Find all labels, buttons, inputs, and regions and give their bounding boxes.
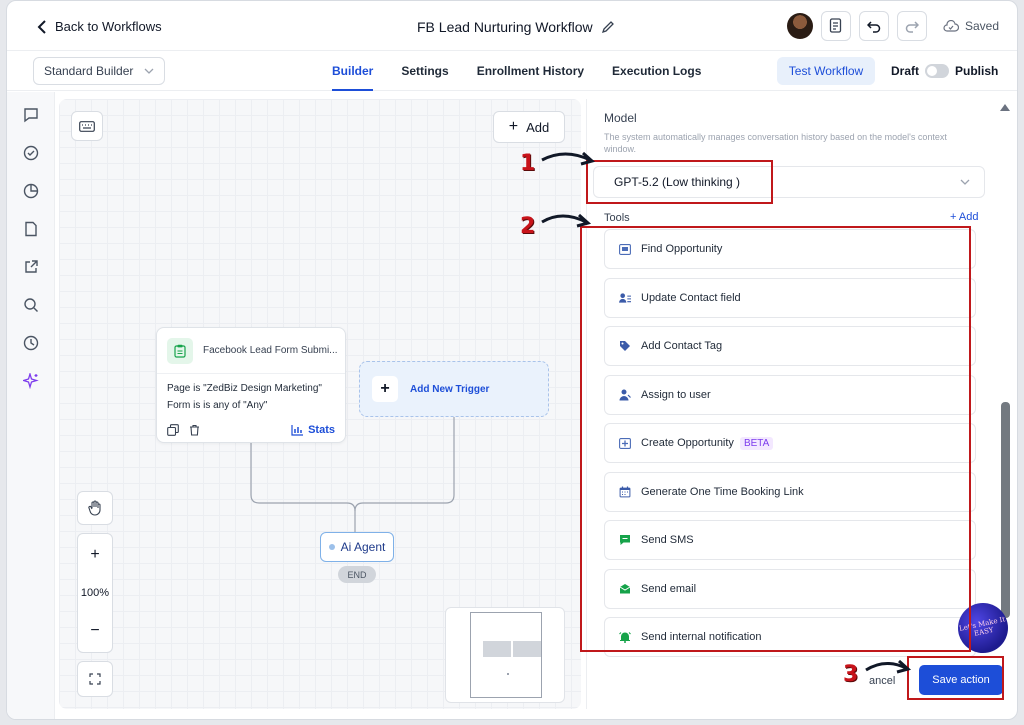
- annotation-arrows: [541, 151, 912, 674]
- arrow-3-icon: [865, 662, 907, 672]
- arrow-1-icon: [541, 152, 591, 162]
